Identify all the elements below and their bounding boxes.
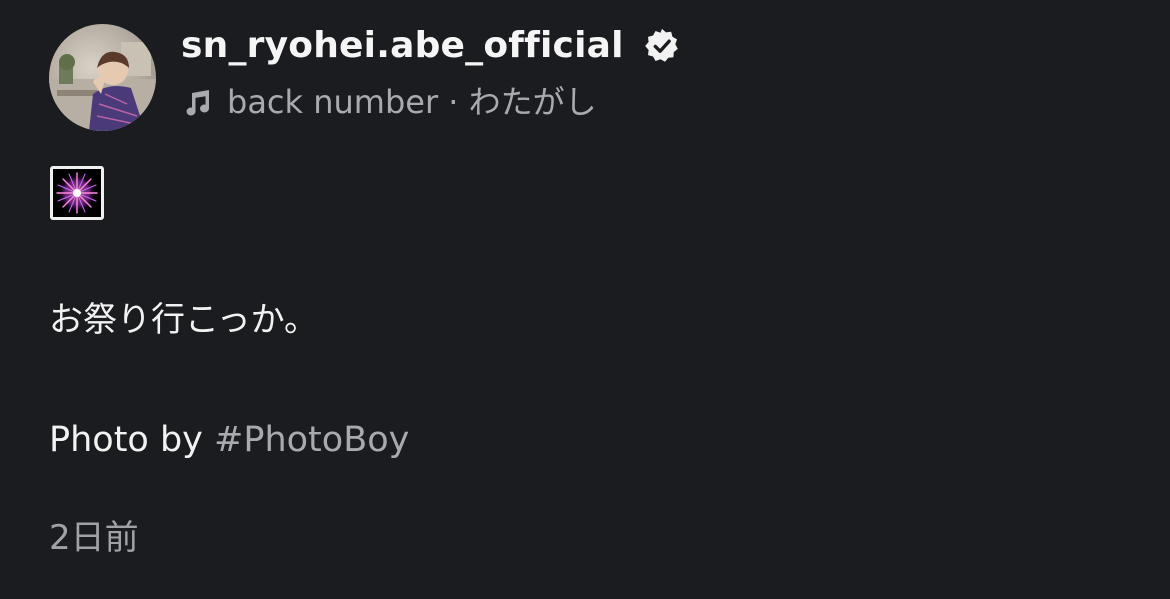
username[interactable]: sn_ryohei.abe_official: [181, 22, 624, 70]
post-container: sn_ryohei.abe_official back number · わたが…: [0, 0, 1170, 599]
verified-badge-icon: [645, 28, 678, 62]
photo-credit-text: Photo by: [49, 420, 215, 460]
avatar-photo: [49, 24, 156, 131]
music-note-icon: [186, 90, 209, 116]
firework-icon: [53, 169, 101, 217]
photo-credit: Photo by #PhotoBoy: [49, 416, 409, 464]
hashtag-link[interactable]: #PhotoBoy: [214, 420, 409, 460]
firework-emoji: [50, 166, 104, 220]
music-track[interactable]: back number · わたがし: [181, 80, 597, 124]
post-timestamp: 2日前: [49, 518, 139, 558]
music-track-label: back number · わたがし: [227, 83, 597, 121]
avatar[interactable]: [49, 24, 156, 131]
post-caption: お祭り行こっか。: [49, 300, 318, 340]
